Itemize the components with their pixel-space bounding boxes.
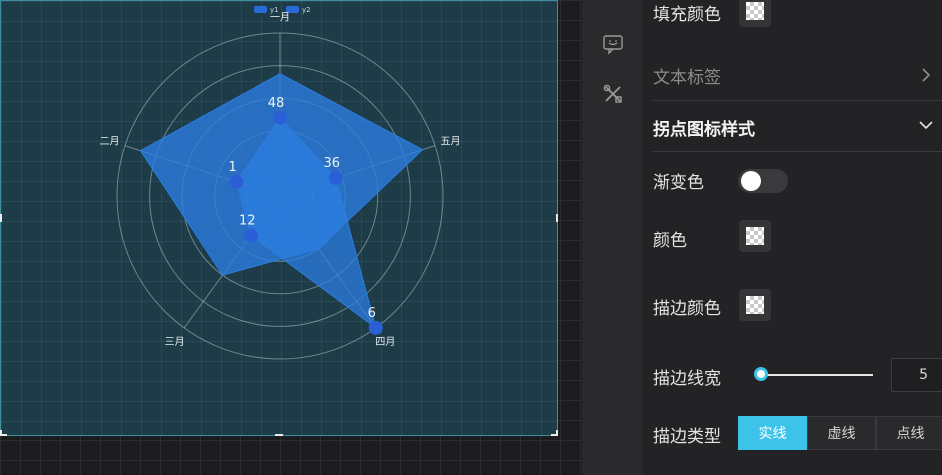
- stroke-width-input[interactable]: 5: [891, 358, 942, 392]
- fill-color-picker[interactable]: [739, 0, 771, 27]
- transparent-swatch-icon: [746, 296, 764, 314]
- stroke-type-solid[interactable]: 实线: [738, 416, 807, 450]
- stroke-width-label: 描边线宽: [653, 369, 721, 389]
- app-root: y1 y2 48 36 6 12 1 一月 五月 四月 三月 二月 填充颜色 文…: [0, 0, 942, 475]
- gradient-label: 渐变色: [653, 173, 704, 193]
- resize-handle-bl[interactable]: [0, 434, 7, 436]
- resize-handle-br2[interactable]: [551, 434, 558, 436]
- resize-handle-right[interactable]: [556, 214, 558, 222]
- stroke-type-label: 描边类型: [653, 427, 721, 447]
- transparent-swatch-icon: [746, 2, 764, 20]
- divider: [653, 100, 942, 101]
- data-label: 48: [268, 96, 285, 111]
- radar-marker: [368, 320, 383, 335]
- color-picker[interactable]: [739, 220, 771, 252]
- radar-marker: [328, 170, 343, 185]
- indicator-label: 四月: [375, 336, 395, 348]
- data-label: 6: [368, 306, 376, 321]
- marker-style-section[interactable]: 拐点图标样式: [653, 115, 755, 140]
- color-label: 颜色: [653, 231, 687, 251]
- toggle-knob: [741, 171, 761, 191]
- text-label-section[interactable]: 文本标签: [653, 63, 721, 88]
- stroke-width-slider-thumb[interactable]: [753, 367, 768, 381]
- radar-marker: [244, 228, 259, 243]
- data-label: 1: [228, 160, 236, 175]
- stroke-type-segmented: 实线 虚线 点线: [738, 416, 942, 450]
- legend-swatch: [254, 6, 267, 13]
- data-label: 36: [324, 156, 341, 171]
- chevron-right-icon[interactable]: [920, 67, 932, 83]
- indicator-label: 一月: [270, 12, 290, 24]
- chart-component[interactable]: y1 y2 48 36 6 12 1 一月 五月 四月 三月 二月: [0, 0, 558, 436]
- data-label: 12: [239, 214, 256, 229]
- stroke-color-label: 描边颜色: [653, 299, 721, 319]
- fill-color-label: 填充颜色: [653, 5, 721, 25]
- radar-chart: y1 y2 48366121 一月五月四月三月二月: [99, 6, 461, 360]
- indicator-label: 三月: [165, 336, 185, 348]
- transparent-swatch-icon: [746, 227, 764, 245]
- divider: [653, 151, 942, 152]
- tools-icon[interactable]: [602, 83, 624, 105]
- legend-label: y2: [302, 6, 311, 14]
- radar-marker: [229, 174, 244, 189]
- resize-handle-left[interactable]: [0, 214, 2, 222]
- indicator-label: 二月: [99, 136, 119, 148]
- stroke-type-dotted[interactable]: 点线: [876, 416, 942, 450]
- resize-handle-bottom[interactable]: [275, 434, 283, 436]
- indicator-label: 五月: [441, 136, 461, 148]
- editor-canvas[interactable]: y1 y2 48 36 6 12 1 一月 五月 四月 三月 二月: [0, 0, 582, 475]
- settings-panel: 填充颜色 文本标签 拐点图标样式 渐变色 颜色 描边颜色 描边线宽 5 描边类型…: [642, 0, 942, 475]
- comment-icon[interactable]: [602, 33, 624, 55]
- chevron-down-icon[interactable]: [918, 119, 934, 131]
- tool-icon-column: [582, 0, 642, 475]
- stroke-width-slider[interactable]: [755, 374, 873, 376]
- radar-marker: [273, 110, 287, 125]
- gradient-toggle[interactable]: [738, 169, 788, 193]
- stroke-type-dashed[interactable]: 虚线: [807, 416, 876, 450]
- stroke-color-picker[interactable]: [739, 289, 771, 321]
